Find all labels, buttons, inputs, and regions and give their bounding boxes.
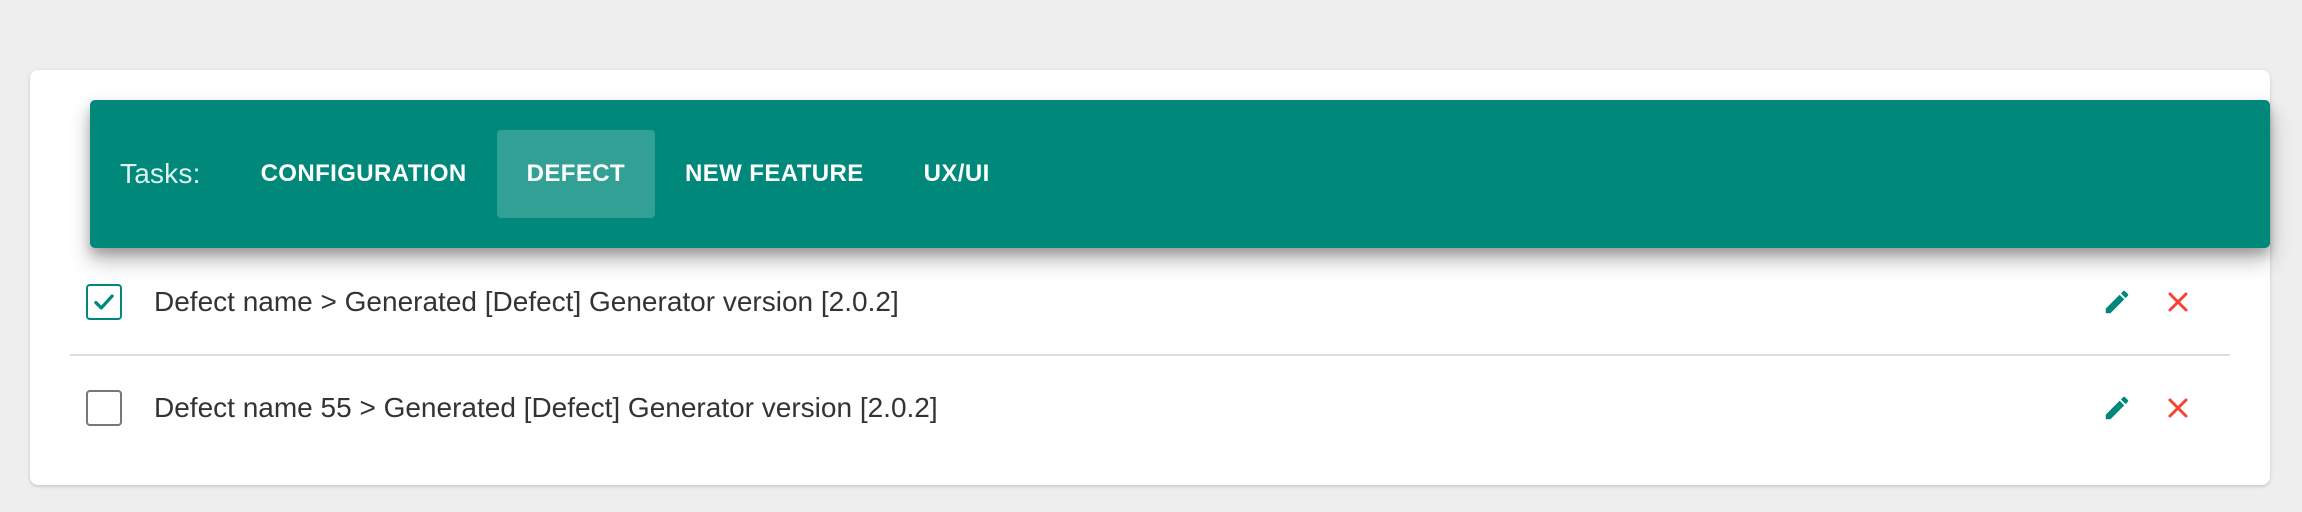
tasks-header: Tasks: CONFIGURATION DEFECT NEW FEATURE … — [90, 100, 2270, 248]
row-actions — [2076, 356, 2198, 460]
task-checkbox[interactable] — [86, 284, 122, 320]
edit-button[interactable] — [2097, 388, 2137, 428]
edit-button[interactable] — [2097, 282, 2137, 322]
task-checkbox[interactable] — [86, 390, 122, 426]
close-icon — [2168, 292, 2188, 312]
pencil-icon — [2105, 396, 2129, 420]
tab-defect[interactable]: DEFECT — [496, 130, 656, 218]
task-row: Defect name > Generated [Defect] Generat… — [70, 250, 2230, 354]
delete-button[interactable] — [2158, 388, 2198, 428]
task-label: Defect name 55 > Generated [Defect] Gene… — [154, 392, 938, 423]
pencil-icon — [2105, 290, 2129, 314]
row-actions — [2076, 250, 2198, 354]
tab-ux-ui[interactable]: UX/UI — [894, 130, 1020, 218]
check-icon — [94, 294, 114, 310]
task-label: Defect name > Generated [Defect] Generat… — [154, 286, 899, 317]
header-title: Tasks: — [120, 158, 201, 189]
tab-configuration[interactable]: CONFIGURATION — [231, 130, 497, 218]
close-icon — [2168, 398, 2188, 418]
tasks-card: Tasks: CONFIGURATION DEFECT NEW FEATURE … — [30, 70, 2270, 485]
tab-new-feature[interactable]: NEW FEATURE — [655, 130, 894, 218]
task-list: Defect name > Generated [Defect] Generat… — [70, 250, 2230, 460]
task-row: Defect name 55 > Generated [Defect] Gene… — [70, 354, 2230, 460]
delete-button[interactable] — [2158, 282, 2198, 322]
